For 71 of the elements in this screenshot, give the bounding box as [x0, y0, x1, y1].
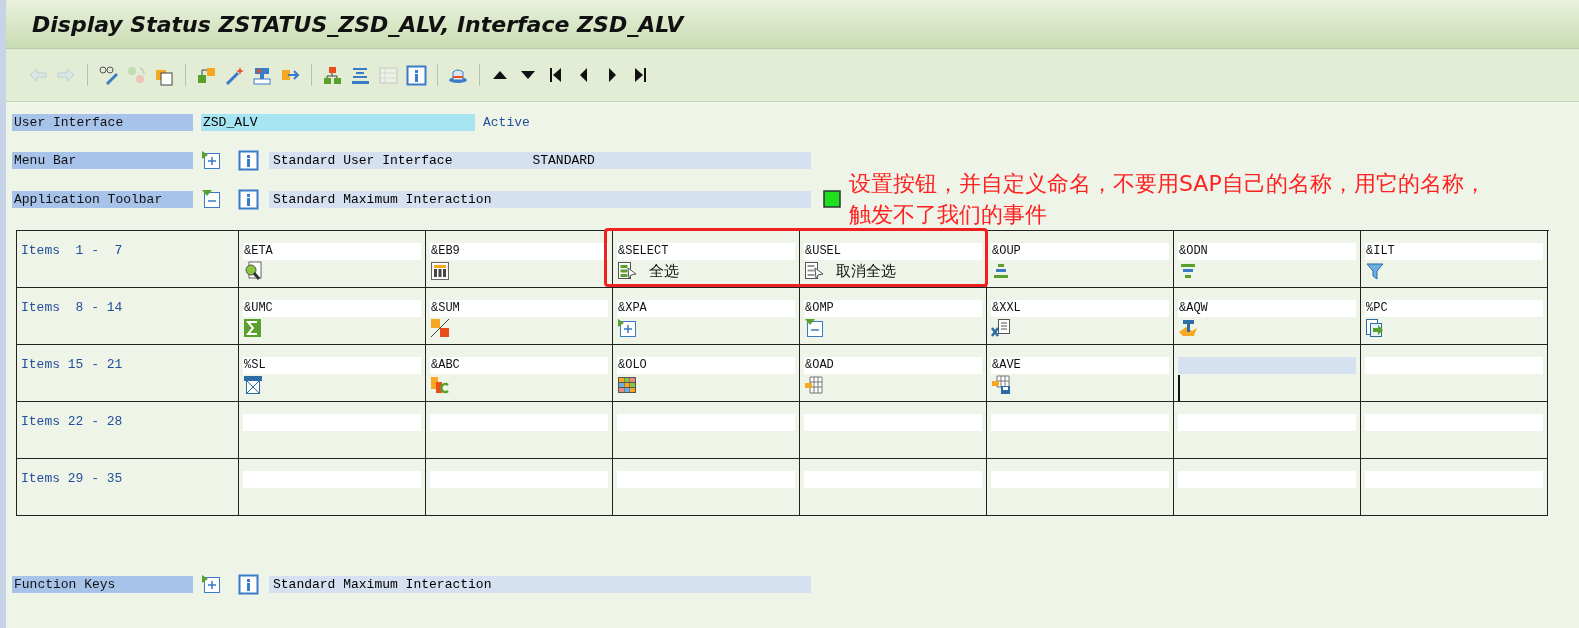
function-code-field[interactable]: &AQW	[1178, 300, 1356, 317]
expand-icon[interactable]	[201, 149, 222, 171]
sort-descending-icon	[1178, 261, 1198, 281]
function-code-field[interactable]: &OLO	[617, 357, 795, 374]
function-code-field[interactable]: &OMP	[804, 300, 982, 317]
window-title: Display Status ZSTATUS_ZSD_ALV, Interface ZSD_ALV	[32, 11, 684, 37]
field-label: User Interface	[12, 113, 193, 131]
text-swap-icon	[1178, 318, 1198, 338]
function-code-field[interactable]	[1178, 357, 1356, 374]
function-code-field[interactable]: &ILT	[1365, 243, 1543, 260]
function-code-field[interactable]: &SELECT	[617, 243, 795, 260]
subtotal-icon	[430, 318, 450, 338]
function-code-field[interactable]: %PC	[1365, 300, 1543, 317]
text-cursor	[1178, 375, 1180, 401]
function-code-field[interactable]: &XXL	[991, 300, 1169, 317]
collapse-icon	[804, 318, 824, 338]
info-icon[interactable]	[238, 149, 259, 171]
sigma-icon	[243, 318, 263, 338]
function-code-field[interactable]: &AVE	[991, 357, 1169, 374]
spreadsheet-icon	[991, 318, 1011, 338]
function-code-field[interactable]: &EB9	[430, 243, 608, 260]
info-icon[interactable]	[238, 573, 259, 595]
section-label: Menu Bar	[12, 151, 193, 169]
row-label: Items 1 - 7	[21, 243, 123, 258]
annotation-text: 设置按钮，并自定义命名，不要用SAP自己的名称，用它的名称，触发不了我们的事件	[849, 170, 1487, 229]
envelope-icon	[243, 375, 263, 395]
section-label: Function Keys	[12, 575, 193, 593]
row-label: Items 22 - 28	[21, 414, 123, 429]
deselect-all-icon	[804, 261, 824, 281]
function-code-field[interactable]: &ODN	[1178, 243, 1356, 260]
function-code-field[interactable]: &XPA	[617, 300, 795, 317]
function-code-field[interactable]: &ETA	[243, 243, 421, 260]
glasses-pencil-icon[interactable]	[98, 64, 119, 86]
status-square-icon	[823, 190, 841, 208]
select-all-icon	[617, 261, 637, 281]
description-text: Standard User Interface	[273, 151, 453, 169]
sort-ascending-icon	[991, 261, 1011, 281]
description-text: Standard Maximum Interaction	[273, 575, 492, 593]
layout-save-icon	[991, 375, 1011, 395]
info-icon[interactable]	[238, 188, 259, 210]
description-field[interactable]: Standard User Interface STANDARD	[269, 151, 811, 169]
hierarchy-icon[interactable]	[322, 64, 343, 86]
row-label: Items 15 - 21	[21, 357, 123, 372]
collapse-icon[interactable]	[201, 188, 222, 210]
row-label: Items 8 - 14	[21, 300, 123, 315]
magnifier-icon	[243, 261, 263, 281]
file-transfer-icon	[1365, 318, 1385, 338]
column-chart-icon	[430, 261, 450, 281]
color-grid-icon	[617, 375, 637, 395]
description-field[interactable]: Standard Maximum Interaction	[269, 190, 811, 208]
function-code-field[interactable]: &UMC	[243, 300, 421, 317]
layout-grid-icon	[804, 375, 824, 395]
function-code-field[interactable]: %SL	[243, 357, 421, 374]
function-code-field[interactable]: &OUP	[991, 243, 1169, 260]
description-text: Standard Maximum Interaction	[273, 190, 492, 208]
description-field[interactable]: Standard Maximum Interaction	[269, 575, 811, 593]
function-text: 全选	[649, 261, 679, 281]
abc-icon	[430, 375, 450, 395]
function-code-field[interactable]: &ABC	[430, 357, 608, 374]
code-text: STANDARD	[532, 151, 595, 169]
function-text: 取消全选	[836, 261, 896, 281]
status-text: Active	[483, 114, 530, 130]
info-icon[interactable]	[406, 64, 427, 86]
function-code-field[interactable]: &OAD	[804, 357, 982, 374]
row-label: Items 29 - 35	[21, 471, 123, 486]
interface-field[interactable]: ZSD_ALV	[201, 113, 475, 131]
expand-icon[interactable]	[201, 573, 222, 595]
section-label: Application Toolbar	[12, 190, 193, 208]
function-code-field[interactable]: &USEL	[804, 243, 982, 260]
function-code-field[interactable]: &SUM	[430, 300, 608, 317]
expand-icon	[617, 318, 637, 338]
